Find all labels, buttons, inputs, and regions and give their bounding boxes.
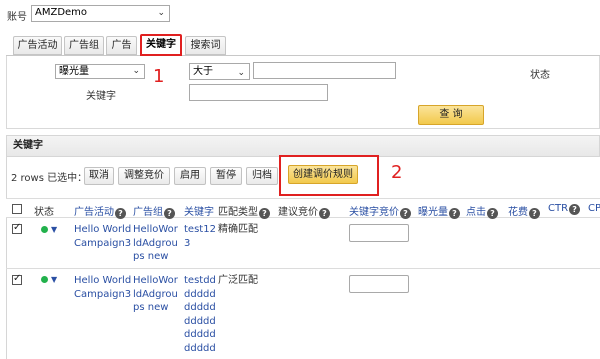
help-icon[interactable]: ? <box>400 208 411 219</box>
header-status: 状态 <box>34 207 54 218</box>
keyword-input[interactable] <box>189 84 328 101</box>
tab-ads[interactable]: 广告 <box>106 36 137 55</box>
row-checkbox[interactable] <box>12 222 22 234</box>
caret-down-icon[interactable]: ▼ <box>51 225 57 234</box>
header-match-type-label: 匹配类型 <box>218 207 258 218</box>
caret-down-icon[interactable]: ▼ <box>51 275 57 284</box>
header-suggested-bid[interactable]: 建议竞价? <box>278 203 330 219</box>
help-icon[interactable]: ? <box>319 208 330 219</box>
tab-search-terms[interactable]: 搜索词 <box>185 36 226 55</box>
row-divider <box>6 268 600 269</box>
row-match-type: 广泛匹配 <box>218 275 258 286</box>
operator-select[interactable]: 大于 ⌄ <box>189 63 250 80</box>
row-keyword[interactable]: testdd ddddd ddddd ddddd ddddd ddddd <box>184 274 216 355</box>
status-dot-icon[interactable] <box>41 276 48 283</box>
chevron-down-icon: ⌄ <box>157 8 165 18</box>
help-icon[interactable]: ? <box>487 208 498 219</box>
header-ctr-label: CTR <box>548 203 569 214</box>
tab-campaigns[interactable]: 广告活动 <box>13 36 62 55</box>
header-impressions[interactable]: 曝光量? <box>418 203 460 219</box>
metric-select-value: 曝光量 <box>59 66 89 77</box>
help-icon[interactable]: ? <box>449 208 460 219</box>
keyword-label: 关键字 <box>86 91 116 102</box>
help-icon[interactable]: ? <box>164 208 175 219</box>
help-icon[interactable]: ? <box>259 208 270 219</box>
header-campaign[interactable]: 广告活动? <box>74 203 126 219</box>
keyword-bid-input[interactable] <box>349 275 409 293</box>
header-impressions-label: 曝光量 <box>418 207 448 218</box>
help-icon[interactable]: ? <box>569 204 581 215</box>
metric-select[interactable]: 曝光量 ⌄ <box>55 64 145 79</box>
chevron-down-icon: ⌄ <box>237 68 245 78</box>
header-campaign-label: 广告活动 <box>74 207 114 218</box>
select-all-checkbox[interactable] <box>12 204 22 214</box>
account-label: 账号 <box>7 12 27 23</box>
header-suggested-bid-label: 建议竞价 <box>278 207 318 218</box>
help-icon[interactable]: ? <box>115 208 126 219</box>
row-adgroup-link[interactable]: HelloWor ldAdgrou ps new <box>133 223 178 264</box>
tab-adgroups[interactable]: 广告组 <box>64 36 104 55</box>
enable-button[interactable]: 启用 <box>174 167 206 185</box>
status-dot-icon[interactable] <box>41 226 48 233</box>
cancel-button[interactable]: 取消 <box>84 167 114 185</box>
row-match-type: 精确匹配 <box>218 224 258 235</box>
header-keyword-bid-label: 关键字竞价 <box>349 207 399 218</box>
query-button[interactable]: 查 询 <box>418 105 484 125</box>
annotation-number-1: 1 <box>153 66 165 87</box>
header-ctr[interactable]: CTR? <box>548 203 581 215</box>
help-icon[interactable]: ? <box>529 208 540 219</box>
row-checkbox[interactable] <box>12 273 22 285</box>
row-keyword[interactable]: test12 3 <box>184 223 216 250</box>
pause-button[interactable]: 暂停 <box>210 167 242 185</box>
header-adgroup[interactable]: 广告组? <box>133 203 175 219</box>
row-adgroup-link[interactable]: HelloWor ldAdgrou ps new <box>133 274 178 315</box>
account-select[interactable]: AMZDemo ⌄ <box>31 5 170 22</box>
metric-value-input[interactable] <box>253 62 396 79</box>
header-match-type[interactable]: 匹配类型? <box>218 203 270 219</box>
header-adgroup-label: 广告组 <box>133 207 163 218</box>
archive-button[interactable]: 归档 <box>246 167 278 185</box>
header-keyword-bid[interactable]: 关键字竞价? <box>349 203 411 219</box>
header-spend[interactable]: 花费? <box>508 203 540 219</box>
header-clicks[interactable]: 点击? <box>466 203 498 219</box>
account-selected-value: AMZDemo <box>35 7 88 18</box>
create-bid-rule-button[interactable]: 创建调价规则 <box>288 165 358 184</box>
header-clicks-label: 点击 <box>466 207 486 218</box>
annotation-number-2: 2 <box>391 162 403 183</box>
chevron-down-icon: ⌄ <box>132 66 140 76</box>
row-campaign-link[interactable]: Hello World Campaign3 <box>74 223 131 250</box>
keyword-bid-input[interactable] <box>349 224 409 242</box>
header-cpc[interactable]: CP <box>588 203 600 214</box>
header-spend-label: 花费 <box>508 207 528 218</box>
tab-keywords[interactable]: 关键字 <box>140 34 182 56</box>
adjust-bid-button[interactable]: 调整竞价 <box>118 167 170 185</box>
row-campaign-link[interactable]: Hello World Campaign3 <box>74 274 131 301</box>
status-label: 状态 <box>530 70 550 81</box>
header-keyword[interactable]: 关键字 <box>184 203 214 218</box>
selected-rows-info: 2 rows 已选中： <box>11 173 88 184</box>
operator-select-value: 大于 <box>193 66 213 77</box>
section-title: 关键字 <box>6 135 600 157</box>
